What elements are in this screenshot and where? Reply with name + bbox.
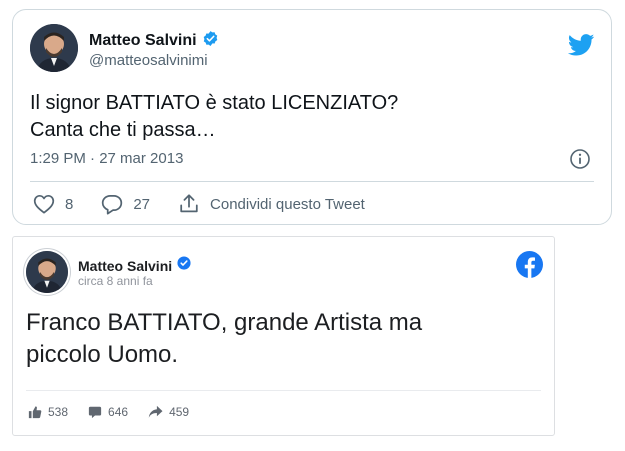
facebook-divider bbox=[26, 390, 541, 391]
facebook-avatar[interactable] bbox=[26, 251, 68, 293]
share-tweet-button[interactable]: Condividi questo Tweet bbox=[178, 193, 365, 215]
tweet-divider bbox=[30, 181, 594, 182]
facebook-like-action[interactable]: 538 bbox=[28, 405, 68, 419]
share-label: Condividi questo Tweet bbox=[210, 195, 365, 213]
facebook-post-time[interactable]: circa 8 anni fa bbox=[78, 274, 153, 288]
verified-badge-icon bbox=[177, 256, 191, 275]
like-count: 8 bbox=[65, 195, 74, 213]
tweet-card: Matteo Salvini @matteosalvinimi Il signo… bbox=[12, 9, 612, 225]
facebook-comment-action[interactable]: 646 bbox=[88, 405, 128, 419]
tweet-author-name[interactable]: Matteo Salvini bbox=[89, 32, 197, 50]
verified-badge-icon bbox=[202, 30, 219, 52]
facebook-actions: 538 646 459 bbox=[28, 405, 209, 419]
tweet-author[interactable]: Matteo Salvini bbox=[89, 30, 219, 52]
facebook-post-text: Franco BATTIATO, grande Artista ma picco… bbox=[26, 307, 526, 371]
tweet-text: Il signor BATTIATO è stato LICENZIATO? C… bbox=[30, 90, 590, 144]
facebook-author-name[interactable]: Matteo Salvini bbox=[78, 258, 172, 274]
facebook-share-action[interactable]: 459 bbox=[148, 405, 189, 419]
facebook-comment-count: 646 bbox=[108, 405, 129, 419]
twitter-bird-icon[interactable] bbox=[567, 34, 595, 56]
comment-icon bbox=[88, 405, 102, 419]
facebook-logo-icon[interactable] bbox=[516, 251, 543, 278]
facebook-post-card: Matteo Salvini circa 8 anni fa Franco BA… bbox=[12, 236, 555, 436]
tweet-timestamp[interactable]: 1:29 PM · 27 mar 2013 bbox=[30, 150, 183, 167]
tweet-actions: 8 27 Condividi questo Tweet bbox=[33, 193, 393, 215]
facebook-like-count: 538 bbox=[48, 405, 69, 419]
tweet-avatar[interactable] bbox=[30, 24, 78, 72]
like-icon bbox=[28, 405, 42, 419]
like-action[interactable]: 8 bbox=[33, 194, 73, 214]
tweet-text-line-1: Il signor BATTIATO è stato LICENZIATO? bbox=[30, 92, 399, 114]
heart-icon bbox=[33, 194, 55, 214]
info-icon[interactable] bbox=[569, 148, 591, 170]
reply-icon bbox=[101, 194, 123, 215]
facebook-text-line-2: piccolo Uomo. bbox=[26, 341, 179, 368]
share-arrow-icon bbox=[148, 405, 163, 419]
facebook-text-line-1: Franco BATTIATO, grande Artista ma bbox=[26, 309, 423, 336]
facebook-author[interactable]: Matteo Salvini bbox=[78, 256, 191, 275]
reply-action[interactable]: 27 bbox=[101, 194, 150, 215]
facebook-share-count: 459 bbox=[169, 405, 190, 419]
tweet-handle[interactable]: @matteosalvinimi bbox=[89, 52, 208, 69]
tweet-text-line-2: Canta che ti passa… bbox=[30, 119, 216, 141]
reply-count: 27 bbox=[133, 195, 151, 213]
share-icon bbox=[178, 193, 200, 215]
